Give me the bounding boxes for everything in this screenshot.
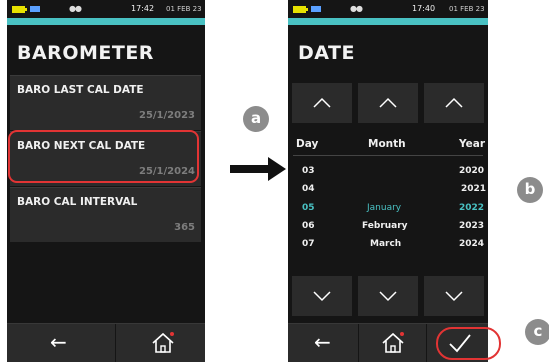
status-time: 17:42	[131, 4, 155, 13]
row-value: 25/1/2023	[138, 110, 195, 121]
row-label: BARO LAST CAL DATE	[17, 84, 144, 96]
year-item-selected[interactable]: 2022	[459, 203, 484, 213]
arrow-right-icon	[230, 157, 286, 181]
row-value: 365	[174, 222, 195, 233]
row-baro-last-cal-date[interactable]: BARO LAST CAL DATE 25/1/2023	[10, 75, 201, 130]
back-button[interactable]: ←	[314, 330, 331, 354]
month-item[interactable]: February	[362, 221, 408, 231]
connection-icon: ●●	[69, 4, 82, 13]
battery-icon	[12, 6, 27, 13]
page-title: BAROMETER	[17, 42, 154, 64]
year-item[interactable]: 2020	[459, 166, 484, 176]
day-item[interactable]: 07	[302, 239, 315, 249]
card-icon	[311, 6, 321, 12]
page-title: DATE	[298, 42, 355, 64]
column-day: Day	[296, 138, 319, 150]
selection-highlight	[8, 130, 199, 183]
bottom-nav: ←	[7, 323, 205, 362]
day-up-button[interactable]	[292, 83, 352, 123]
date-screen: ●● 17:40 01 FEB 23 DATE Day Month Year 0…	[288, 0, 488, 362]
year-up-button[interactable]	[424, 83, 484, 123]
accent-bar	[288, 18, 488, 25]
year-down-button[interactable]	[424, 276, 484, 316]
year-item[interactable]: 2023	[459, 221, 484, 231]
day-item-selected[interactable]: 05	[302, 203, 315, 213]
month-item-selected[interactable]: January	[367, 203, 401, 213]
column-year: Year	[459, 138, 486, 150]
month-up-button[interactable]	[358, 83, 418, 123]
confirm-highlight	[436, 327, 501, 360]
month-down-button[interactable]	[358, 276, 418, 316]
chevron-down-icon	[445, 291, 463, 302]
back-button[interactable]: ←	[50, 330, 67, 354]
home-icon[interactable]	[380, 331, 406, 355]
accent-bar	[7, 18, 205, 25]
status-bar: ●● 17:40 01 FEB 23	[288, 0, 488, 18]
nav-divider	[115, 324, 116, 362]
status-date: 01 FEB 23	[166, 5, 202, 13]
year-item[interactable]: 2024	[459, 239, 484, 249]
callout-a: a	[243, 106, 269, 132]
row-baro-cal-interval[interactable]: BARO CAL INTERVAL 365	[10, 187, 201, 242]
year-item[interactable]: 2021	[461, 184, 486, 194]
row-label: BARO CAL INTERVAL	[17, 196, 138, 208]
chevron-down-icon	[379, 291, 397, 302]
day-item[interactable]: 04	[302, 184, 315, 194]
nav-divider	[358, 324, 359, 362]
day-item[interactable]: 03	[302, 166, 315, 176]
day-item[interactable]: 06	[302, 221, 315, 231]
chevron-up-icon	[313, 97, 331, 108]
chevron-up-icon	[379, 97, 397, 108]
nav-divider	[426, 324, 427, 362]
chevron-up-icon	[445, 97, 463, 108]
callout-c: c	[525, 319, 549, 345]
day-down-button[interactable]	[292, 276, 352, 316]
status-time: 17:40	[412, 4, 436, 13]
month-item[interactable]: March	[370, 239, 401, 249]
home-icon[interactable]	[150, 331, 176, 355]
column-month: Month	[368, 138, 406, 150]
column-separator	[293, 155, 483, 156]
status-bar: ●● 17:42 01 FEB 23	[7, 0, 205, 18]
connection-icon: ●●	[350, 4, 363, 13]
card-icon	[30, 6, 40, 12]
callout-b: b	[517, 177, 543, 203]
chevron-down-icon	[313, 291, 331, 302]
status-date: 01 FEB 23	[449, 5, 485, 13]
battery-icon	[293, 6, 308, 13]
